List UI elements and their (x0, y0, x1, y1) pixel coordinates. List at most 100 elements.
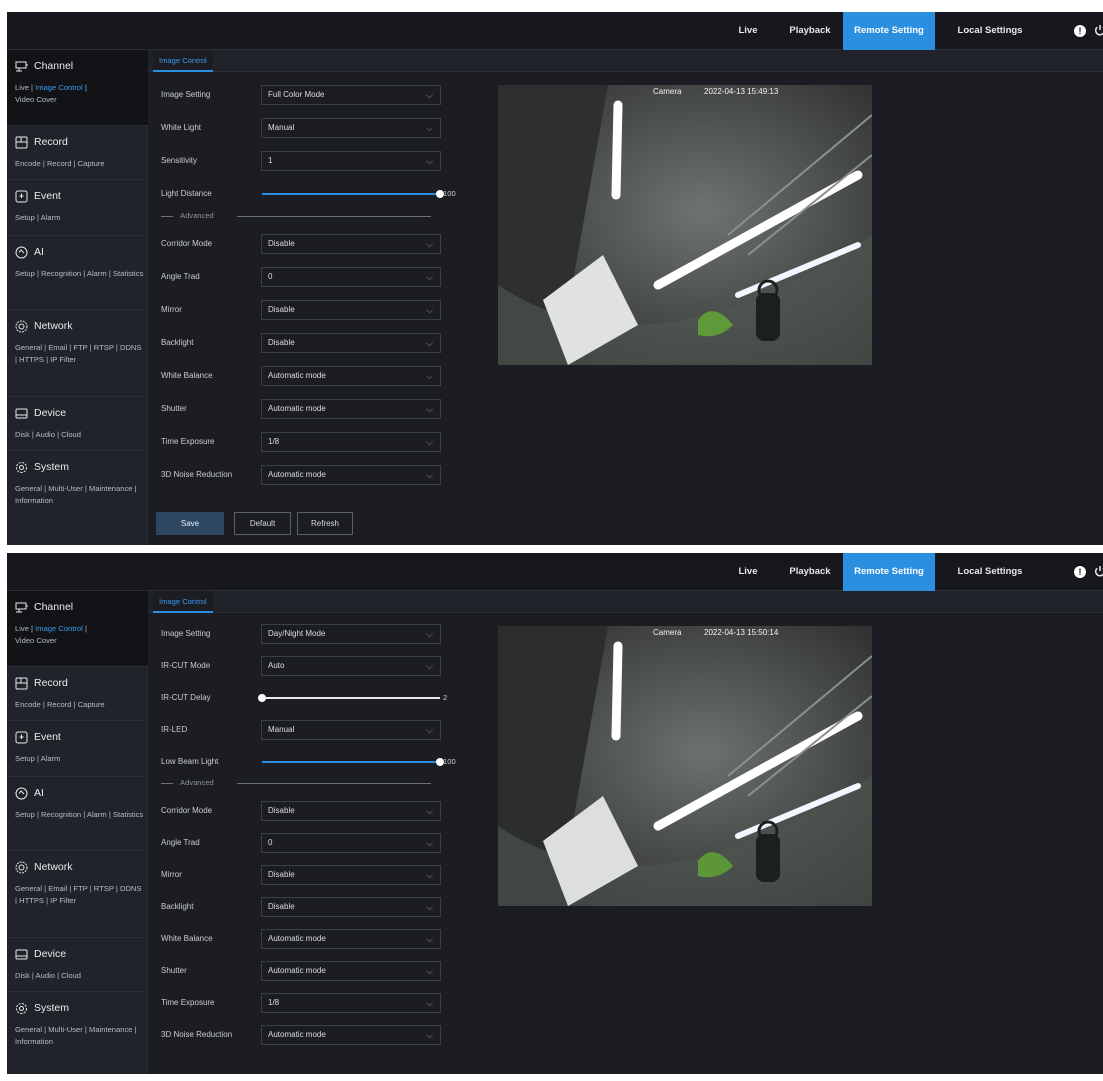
sidebar-link-live[interactable]: Live | (15, 83, 33, 92)
select-corridor-mode[interactable]: Disable ⌵ (261, 234, 441, 254)
sidebar-links-network[interactable]: General | Email | FTP | RTSP | DDNS | HT… (15, 883, 145, 907)
label-3d-noise-reduction: 3D Noise Reduction (161, 1030, 233, 1039)
sidebar-links-ai[interactable]: Setup | Recognition | Alarm | Statistics (15, 809, 145, 821)
slider-light-distance[interactable] (262, 190, 444, 198)
sidebar-section-record: Record Encode | Record | Capture (7, 667, 148, 721)
sidebar-title-device[interactable]: Device (15, 946, 66, 962)
power-icon[interactable] (1094, 565, 1103, 578)
select-shutter[interactable]: Automatic mode ⌵ (261, 399, 441, 419)
slider-handle[interactable] (258, 694, 266, 702)
default-button[interactable]: Default (234, 512, 291, 535)
select-image-setting[interactable]: Day/Night Mode ⌵ (261, 624, 441, 644)
sidebar-title-system[interactable]: System (15, 1000, 69, 1016)
label-white-balance: White Balance (161, 371, 213, 380)
sidebar-links-device[interactable]: Disk | Audio | Cloud (15, 429, 145, 441)
select-white-balance[interactable]: Automatic mode ⌵ (261, 366, 441, 386)
sidebar-links-event[interactable]: Setup | Alarm (15, 212, 145, 224)
select-ir-led[interactable]: Manual ⌵ (261, 720, 441, 740)
sidebar-title-ai[interactable]: AI (15, 785, 44, 801)
sidebar-title-record[interactable]: Record (15, 675, 68, 691)
select-white-light[interactable]: Manual ⌵ (261, 118, 441, 138)
alert-icon[interactable]: ! (1074, 25, 1086, 37)
tab-image-control[interactable]: Image Control (153, 591, 213, 613)
select-value: Auto (268, 661, 285, 670)
sidebar-title-ai[interactable]: AI (15, 244, 44, 260)
select-mirror[interactable]: Disable ⌵ (261, 300, 441, 320)
sidebar-link-image-control[interactable]: Image Control (35, 624, 83, 633)
nav-local-settings[interactable]: Local Settings (950, 553, 1030, 591)
row-3d-noise-reduction: 3D Noise Reduction Automatic mode ⌵ (161, 465, 451, 485)
sidebar-link-video-cover[interactable]: Video Cover (15, 636, 57, 645)
select-angle-trad[interactable]: 0 ⌵ (261, 267, 441, 287)
power-icon[interactable] (1094, 24, 1103, 37)
sidebar-link-live[interactable]: Live | (15, 624, 33, 633)
sidebar-link-video-cover[interactable]: Video Cover (15, 95, 57, 104)
label-ir-cut-delay: IR-CUT Delay (161, 693, 211, 702)
select-value: Disable (268, 305, 295, 314)
sidebar-title-record[interactable]: Record (15, 134, 68, 150)
advanced-label: Advanced (180, 778, 214, 787)
camera-preview[interactable]: Camera 2022-04-13 15:50:14 (498, 626, 872, 906)
sidebar-links-system[interactable]: General | Multi-User | Maintenance | Inf… (15, 1024, 145, 1048)
sidebar-links-device[interactable]: Disk | Audio | Cloud (15, 970, 145, 982)
row-white-balance: White Balance Automatic mode ⌵ (161, 929, 451, 949)
tab-bar: Image Control (148, 591, 1103, 613)
nav-remote-setting[interactable]: Remote Setting (843, 553, 935, 591)
main-content: Image Control Image Setting Full Color M… (148, 50, 1103, 545)
select-angle-trad[interactable]: 0 ⌵ (261, 833, 441, 853)
sidebar-section-channel: Channel Live | Image Control | Video Cov… (7, 591, 148, 667)
select-backlight[interactable]: Disable ⌵ (261, 897, 441, 917)
select-mirror[interactable]: Disable ⌵ (261, 865, 441, 885)
sidebar-title-device[interactable]: Device (15, 405, 66, 421)
sidebar-title-event[interactable]: Event (15, 188, 61, 204)
chevron-down-icon: ⌵ (426, 1030, 433, 1040)
nav-live[interactable]: Live (733, 12, 763, 50)
row-angle-trad: Angle Trad 0 ⌵ (161, 267, 451, 287)
sidebar-title-system[interactable]: System (15, 459, 69, 475)
select-3d-noise-reduction[interactable]: Automatic mode ⌵ (261, 465, 441, 485)
save-button[interactable]: Save (156, 512, 224, 535)
chevron-down-icon: ⌵ (426, 404, 433, 414)
select-time-exposure[interactable]: 1/8 ⌵ (261, 993, 441, 1013)
sidebar-title-network[interactable]: Network (15, 318, 73, 334)
refresh-button[interactable]: Refresh (297, 512, 353, 535)
divider-line (237, 216, 431, 217)
chevron-down-icon: ⌵ (426, 239, 433, 249)
select-time-exposure[interactable]: 1/8 ⌵ (261, 432, 441, 452)
tab-image-control[interactable]: Image Control (153, 50, 213, 72)
select-corridor-mode[interactable]: Disable ⌵ (261, 801, 441, 821)
label-image-setting: Image Setting (161, 629, 211, 638)
select-sensitivity[interactable]: 1 ⌵ (261, 151, 441, 171)
label-backlight: Backlight (161, 338, 194, 347)
sidebar-title-channel[interactable]: Channel (15, 599, 73, 615)
select-shutter[interactable]: Automatic mode ⌵ (261, 961, 441, 981)
nav-remote-setting[interactable]: Remote Setting (843, 12, 935, 50)
select-3d-noise-reduction[interactable]: Automatic mode ⌵ (261, 1025, 441, 1045)
select-backlight[interactable]: Disable ⌵ (261, 333, 441, 353)
sidebar-links-ai[interactable]: Setup | Recognition | Alarm | Statistics (15, 268, 145, 280)
sidebar-title-event-label: Event (34, 190, 61, 202)
slider-low-beam-light[interactable] (262, 758, 444, 766)
nav-playback[interactable]: Playback (785, 553, 835, 591)
sidebar-links-record[interactable]: Encode | Record | Capture (15, 158, 145, 170)
camera-preview[interactable]: Camera 2022-04-13 15:49:13 (498, 85, 872, 365)
select-value: Automatic mode (268, 966, 326, 975)
sidebar-title-channel[interactable]: Channel (15, 58, 73, 74)
select-image-setting[interactable]: Full Color Mode ⌵ (261, 85, 441, 105)
nav-live[interactable]: Live (733, 553, 763, 591)
camera-label: Camera (653, 628, 682, 637)
slider-ir-cut-delay[interactable] (258, 694, 440, 702)
select-ir-cut-mode[interactable]: Auto ⌵ (261, 656, 441, 676)
sidebar-links-record[interactable]: Encode | Record | Capture (15, 699, 145, 711)
nav-local-settings[interactable]: Local Settings (950, 12, 1030, 50)
sidebar-link-image-control[interactable]: Image Control (35, 83, 83, 92)
sidebar-title-network[interactable]: Network (15, 859, 73, 875)
sidebar-links-network[interactable]: General | Email | FTP | RTSP | DDNS | HT… (15, 342, 145, 366)
nav-playback[interactable]: Playback (785, 12, 835, 50)
sidebar-links-system[interactable]: General | Multi-User | Maintenance | Inf… (15, 483, 145, 507)
alert-icon[interactable]: ! (1074, 566, 1086, 578)
sidebar-title-event[interactable]: Event (15, 729, 61, 745)
select-white-balance[interactable]: Automatic mode ⌵ (261, 929, 441, 949)
label-mirror: Mirror (161, 305, 182, 314)
sidebar-links-event[interactable]: Setup | Alarm (15, 753, 145, 765)
